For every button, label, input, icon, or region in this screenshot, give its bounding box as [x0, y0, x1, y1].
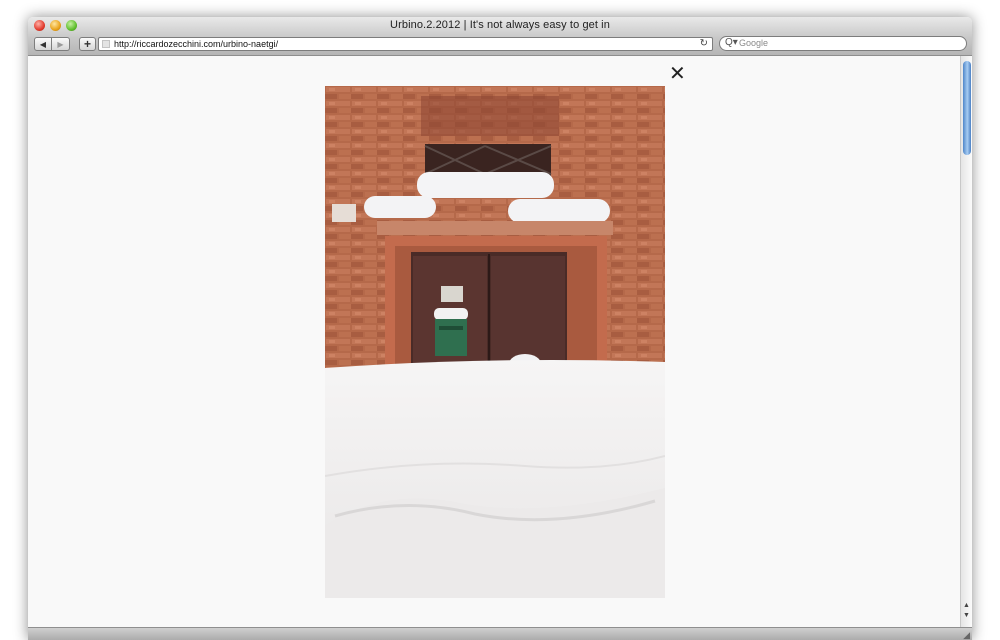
close-lightbox-icon[interactable]: ✕: [669, 64, 686, 84]
search-input[interactable]: Q▾ Google: [719, 36, 967, 51]
forward-arrow-icon: ▶: [57, 39, 64, 49]
resize-grip-icon[interactable]: ◢: [963, 630, 970, 640]
photo-snowy-door: [325, 86, 665, 598]
window-title: Urbino.2.2012 | It's not always easy to …: [390, 19, 610, 31]
page-content: ✕: [28, 56, 960, 627]
back-arrow-icon: ◀: [39, 39, 47, 49]
add-bookmark-button[interactable]: +: [79, 37, 96, 51]
favicon-icon: [102, 40, 110, 48]
vertical-scrollbar[interactable]: ▲ ▼: [960, 56, 972, 627]
back-button[interactable]: ◀: [34, 37, 52, 51]
search-icon[interactable]: Q▾: [725, 37, 738, 48]
scroll-down-icon[interactable]: ▼: [963, 612, 970, 619]
browser-window: Urbino.2.2012 | It's not always easy to …: [28, 17, 972, 640]
title-bar: Urbino.2.2012 | It's not always easy to …: [28, 17, 972, 56]
status-bar: ◢: [28, 627, 972, 640]
address-bar[interactable]: http://riccardozecchini.com/urbino-naetg…: [98, 37, 713, 51]
reload-icon[interactable]: ↻: [700, 38, 708, 49]
url-text[interactable]: http://riccardozecchini.com/urbino-naetg…: [114, 39, 278, 49]
scrollbar-thumb[interactable]: [963, 61, 971, 155]
plus-icon: +: [83, 37, 91, 51]
search-placeholder: Google: [739, 38, 769, 48]
forward-button[interactable]: ▶: [52, 37, 70, 51]
scroll-up-icon[interactable]: ▲: [963, 602, 970, 609]
